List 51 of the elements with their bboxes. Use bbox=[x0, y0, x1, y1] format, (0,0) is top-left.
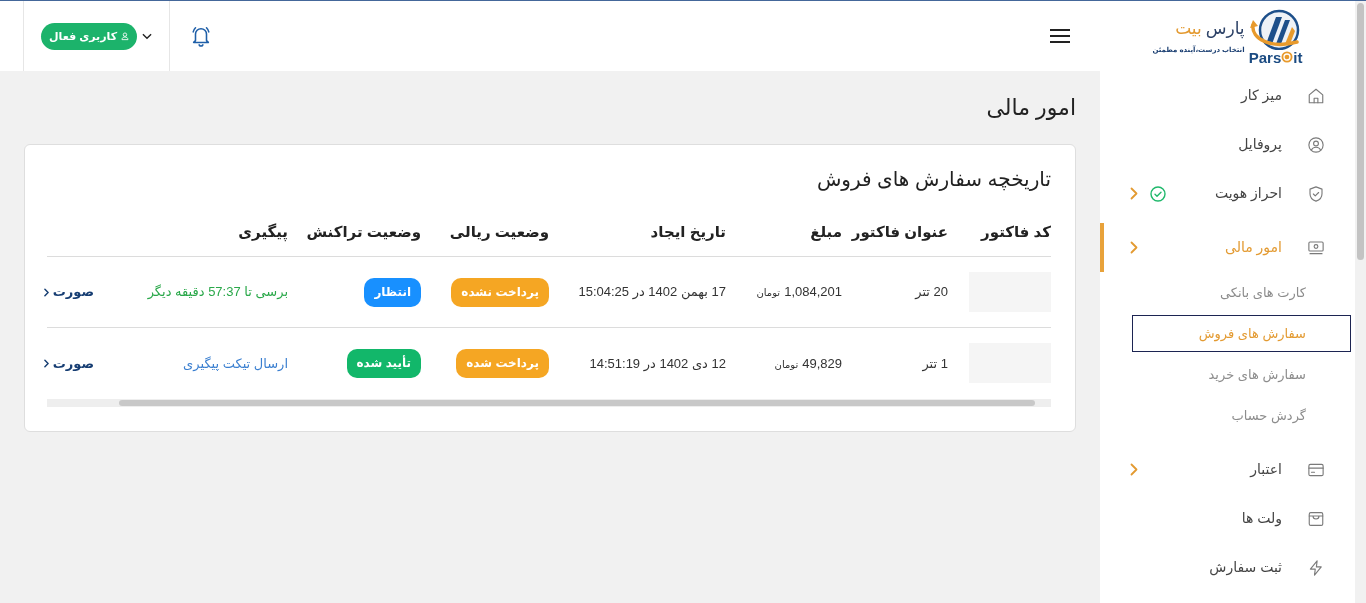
payment-status-badge: پرداخت شده bbox=[456, 348, 549, 378]
ticket-link[interactable]: ارسال تیکت پیگیری bbox=[183, 355, 288, 371]
review-countdown-text: برسی تا 57:37 دقیقه دیگر bbox=[147, 284, 288, 300]
chevron-right-icon bbox=[43, 358, 49, 368]
chevron-down-icon[interactable] bbox=[142, 32, 152, 40]
table-cell: 1 تتر bbox=[842, 327, 948, 399]
invoice-link[interactable]: صورت bbox=[43, 282, 94, 302]
sidebar-item[interactable]: میز کار bbox=[1100, 71, 1355, 120]
column-header: عنوان فاکتور bbox=[842, 193, 948, 257]
scrollbar-thumb[interactable] bbox=[1357, 3, 1364, 260]
submenu-item[interactable]: سفارش های خرید bbox=[1132, 356, 1351, 393]
user-circle-icon bbox=[1307, 135, 1325, 154]
table-cell: 17 بهمن 1402 در 15:04:25 bbox=[549, 256, 726, 328]
payment-status-badge: پرداخت نشده bbox=[451, 277, 549, 307]
column-header: تاریخ ایجاد bbox=[549, 193, 726, 257]
logo-wordmark: Pars bbox=[1248, 49, 1282, 65]
column-header: وضعیت تراکنش bbox=[288, 193, 421, 257]
column-header: پیگیری bbox=[94, 193, 288, 257]
sidebar-item[interactable]: پروفایل bbox=[1100, 120, 1355, 169]
logo-name: بیت bbox=[1175, 18, 1202, 39]
bell-icon[interactable] bbox=[190, 24, 212, 48]
table-cell: 20 تتر bbox=[842, 256, 948, 328]
logo-wordmark: it bbox=[1293, 49, 1303, 65]
currency-unit: تومان bbox=[774, 358, 799, 370]
shield-check-icon bbox=[1307, 184, 1325, 203]
currency-unit: تومان bbox=[756, 287, 781, 299]
sidebar-item[interactable]: ولت ها bbox=[1100, 494, 1355, 543]
invoice-link[interactable]: صورت bbox=[43, 353, 94, 373]
card-title: تاریخچه سفارش های فروش bbox=[815, 167, 1051, 193]
user-icon bbox=[121, 30, 129, 42]
menu-icon[interactable] bbox=[1050, 29, 1070, 43]
amount-value: 1,084,201 bbox=[784, 284, 842, 300]
chevron-right-icon bbox=[43, 287, 49, 297]
page-title: امور مالی bbox=[985, 94, 1076, 122]
transaction-status-badge: تأیید شده bbox=[346, 348, 421, 378]
scrollbar-thumb[interactable] bbox=[119, 399, 1035, 406]
sidebar-item[interactable]: احراز هویت bbox=[1100, 169, 1355, 218]
sidebar-item[interactable]: اعتبار bbox=[1100, 445, 1355, 494]
table-cell: 12 دی 1402 در 14:51:19 bbox=[549, 327, 726, 399]
amount-value: 49,829 bbox=[802, 355, 842, 371]
transaction-status-badge: انتظار bbox=[364, 277, 421, 307]
coin-icon bbox=[1281, 51, 1294, 63]
sidebar-item[interactable]: ثبت سفارش bbox=[1100, 543, 1355, 592]
box-icon bbox=[1307, 509, 1325, 528]
column-header: مبلغ bbox=[726, 193, 842, 257]
logo-name: پارس bbox=[1205, 18, 1245, 39]
column-header: وضعیت ریالی bbox=[421, 193, 549, 257]
cash-icon bbox=[1307, 238, 1325, 257]
column-header: کد فاکتور bbox=[948, 193, 1051, 257]
lightning-icon bbox=[1307, 558, 1325, 577]
home-icon bbox=[1307, 86, 1325, 105]
